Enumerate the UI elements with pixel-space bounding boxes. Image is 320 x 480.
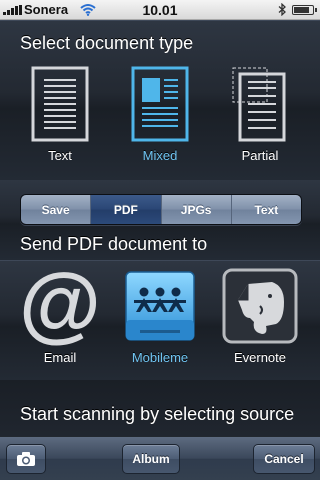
destination-evernote-label: Evernote bbox=[233, 350, 287, 365]
doc-type-mixed[interactable]: Mixed bbox=[115, 66, 205, 163]
doc-type-text[interactable]: Text bbox=[15, 66, 105, 163]
segment-pdf[interactable]: PDF bbox=[90, 195, 161, 224]
status-bar: Sonera 10.01 bbox=[0, 0, 320, 20]
mixed-document-icon bbox=[131, 66, 189, 142]
document-type-panel: Select document type Text Mixed Partial bbox=[0, 20, 320, 180]
source-panel: Start scanning by selecting source bbox=[0, 380, 320, 436]
bottom-toolbar: Album Cancel bbox=[0, 436, 320, 480]
document-type-title: Select document type bbox=[20, 33, 194, 53]
segment-text[interactable]: Text bbox=[230, 195, 301, 224]
destination-email[interactable]: @ Email bbox=[15, 266, 105, 365]
destination-mobileme-label: Mobileme bbox=[131, 350, 189, 365]
doc-type-text-label: Text bbox=[48, 148, 72, 163]
mobileme-icon bbox=[125, 271, 195, 341]
segment-save[interactable]: Save bbox=[21, 195, 91, 224]
destination-email-label: Email bbox=[43, 350, 77, 365]
at-sign-icon: @ bbox=[20, 266, 100, 346]
camera-icon bbox=[17, 452, 35, 466]
source-title: Start scanning by selecting source bbox=[20, 404, 295, 424]
battery-icon bbox=[292, 5, 317, 15]
doc-type-partial[interactable]: Partial bbox=[215, 66, 305, 163]
format-segmented-control: Save PDF JPGs Text bbox=[20, 194, 302, 225]
evernote-elephant-icon bbox=[222, 268, 298, 344]
destination-mobileme[interactable]: Mobileme bbox=[115, 266, 205, 365]
text-document-icon bbox=[31, 66, 89, 142]
album-button[interactable]: Album bbox=[122, 444, 180, 474]
doc-type-mixed-label: Mixed bbox=[142, 148, 178, 163]
cancel-button[interactable]: Cancel bbox=[253, 444, 315, 474]
segment-jpgs[interactable]: JPGs bbox=[160, 195, 231, 224]
destination-evernote[interactable]: Evernote bbox=[215, 266, 305, 365]
status-time: 10.01 bbox=[142, 2, 178, 18]
camera-button[interactable] bbox=[6, 444, 46, 474]
svg-text:@: @ bbox=[20, 266, 100, 346]
partial-document-icon bbox=[232, 67, 286, 142]
destination-panel: @ Email Mobileme Evernote bbox=[0, 260, 320, 380]
bluetooth-icon bbox=[278, 3, 286, 16]
destination-title: Send PDF document to bbox=[20, 234, 208, 254]
battery-level bbox=[294, 7, 309, 13]
doc-type-partial-label: Partial bbox=[241, 148, 279, 163]
